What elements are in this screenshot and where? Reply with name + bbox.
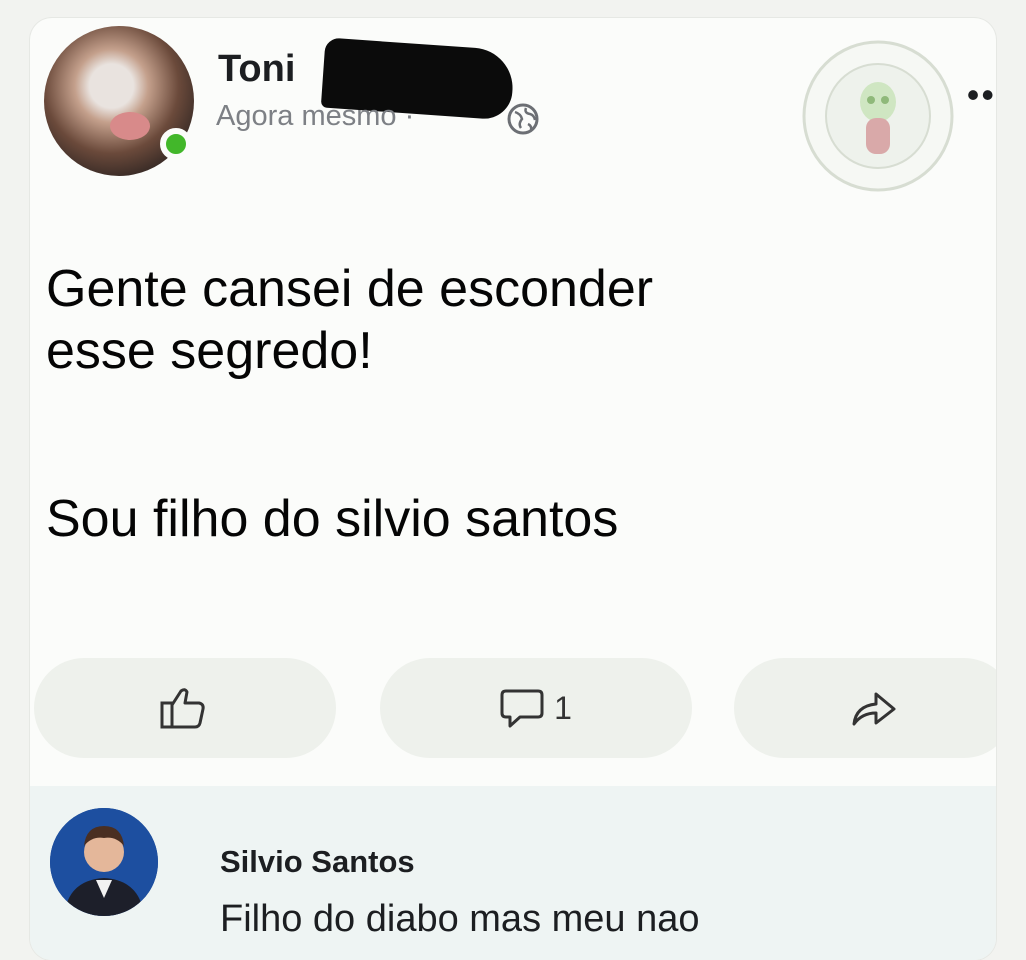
post-text-line: Gente cansei de esconder (46, 260, 654, 318)
like-button[interactable] (34, 658, 336, 758)
author-name[interactable]: Toni (218, 48, 295, 91)
commenter-name[interactable]: Silvio Santos (220, 844, 415, 880)
thumbs-up-icon (160, 688, 205, 729)
avatar-photo-detail (110, 112, 150, 140)
commenter-avatar[interactable] (50, 808, 158, 916)
comment-button[interactable]: 1 (380, 658, 692, 758)
more-options-icon[interactable]: •• (967, 74, 996, 116)
watermark-logo (802, 40, 954, 192)
post-text-line: Sou filho do silvio santos (46, 490, 619, 548)
comment-count: 1 (554, 689, 572, 726)
comment-icon (500, 689, 544, 728)
comment-item: Silvio Santos Filho do diabo mas meu nao (30, 786, 996, 960)
comment-text: Filho do diabo mas meu nao (220, 898, 700, 940)
online-status-dot (160, 128, 192, 160)
globe-icon (507, 103, 539, 135)
post-text-line: esse segredo! (46, 322, 373, 380)
timestamp-text: Agora mesmo (216, 100, 397, 132)
action-bar: 1 (30, 658, 996, 758)
post-body: Gente cansei de esconder esse segredo! S… (46, 258, 926, 550)
post-timestamp[interactable]: Agora mesmo · (216, 100, 414, 133)
share-button[interactable] (734, 658, 996, 758)
separator-dot: · (404, 100, 415, 132)
share-icon (852, 692, 896, 726)
post-card: Toni Agora mesmo · •• Gente cansei de es… (30, 18, 996, 960)
